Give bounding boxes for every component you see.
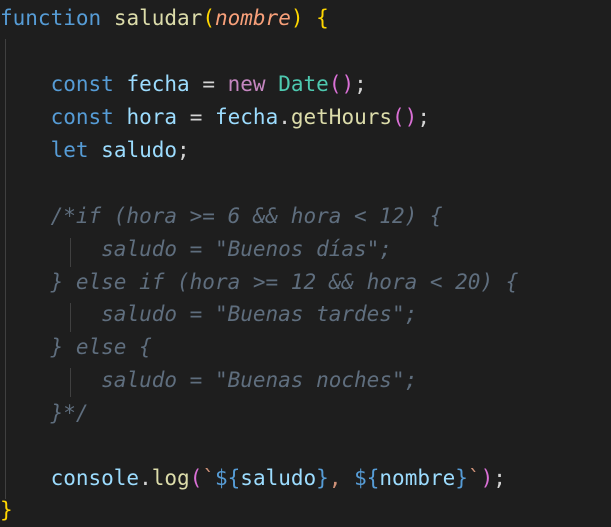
keyword-function: function [0,6,102,30]
function-name: saludar [113,6,203,30]
code-editor[interactable]: function saludar(nombre) { const fecha =… [0,0,611,525]
template-expr-close: } [455,466,468,490]
semicolon: ; [417,105,430,129]
object-console: console [50,466,140,490]
comment-text: }*/ [50,401,89,425]
variable-hora: hora [126,105,178,129]
paren-pair: () [392,105,418,129]
code-line-16[interactable]: } [0,494,13,527]
code-line-9[interactable]: } else if (hora >= 12 && hora < 20) { [0,266,519,299]
variable-fecha: fecha [126,72,190,96]
variable-saludo-ref: saludo [240,466,317,490]
keyword-new: new [227,72,266,96]
semicolon: ; [177,138,190,162]
comment-text: } else { [50,335,152,359]
variable-nombre-ref: nombre [379,466,456,490]
paren-pair: () [328,72,355,96]
comment-text: saludo = "Buenos días"; [101,237,392,261]
paren-close: ) [480,466,494,490]
code-line-10[interactable]: saludo = "Buenas tardes"; [0,298,417,331]
template-expr-close: } [316,466,329,490]
code-line-5[interactable]: let saludo; [0,134,190,167]
code-line-1[interactable]: function saludar(nombre) { [0,2,329,35]
comment-text: saludo = "Buenas tardes"; [101,302,418,326]
parameter-nombre: nombre [214,6,291,30]
operator-assign: = [189,105,203,129]
comment-text: saludo = "Buenas noches"; [101,368,418,392]
method-log: log [151,466,190,490]
template-backtick: ` [202,466,215,490]
code-line-7[interactable]: /*if (hora >= 6 && hora < 12) { [0,200,443,233]
template-expr-open: ${ [354,466,380,490]
code-line-3[interactable]: const fecha = new Date(); [0,68,367,101]
template-backtick: ` [467,466,481,490]
paren-open: ( [189,466,203,490]
variable-fecha-ref: fecha [215,105,279,129]
keyword-const: const [50,105,114,129]
brace-open: { [316,6,329,30]
code-line-11[interactable]: } else { [0,331,152,364]
keyword-const: const [50,72,114,96]
semicolon: ; [354,72,367,96]
class-date: Date [278,72,329,96]
keyword-let: let [50,138,89,162]
code-line-15[interactable]: console.log(`${saludo}, ${nombre}`); [0,462,506,495]
paren-open: ( [202,6,215,30]
code-line-4[interactable]: const hora = fecha.getHours(); [0,101,430,134]
template-literal-text: , [328,466,355,490]
semicolon: ; [493,466,506,490]
paren-close: ) [290,6,304,30]
variable-saludo: saludo [101,138,178,162]
dot: . [139,466,152,490]
brace-close: } [0,498,13,522]
template-expr-open: ${ [215,466,241,490]
code-line-13[interactable]: }*/ [0,397,89,430]
code-line-8[interactable]: saludo = "Buenos días"; [0,233,392,266]
comment-text: } else if (hora >= 12 && hora < 20) { [50,270,519,294]
comment-text: /*if (hora >= 6 && hora < 12) { [50,204,443,228]
code-line-12[interactable]: saludo = "Buenas noches"; [0,364,417,397]
dot: . [278,105,291,129]
method-gethours: getHours [290,105,393,129]
operator-assign: = [202,72,215,96]
